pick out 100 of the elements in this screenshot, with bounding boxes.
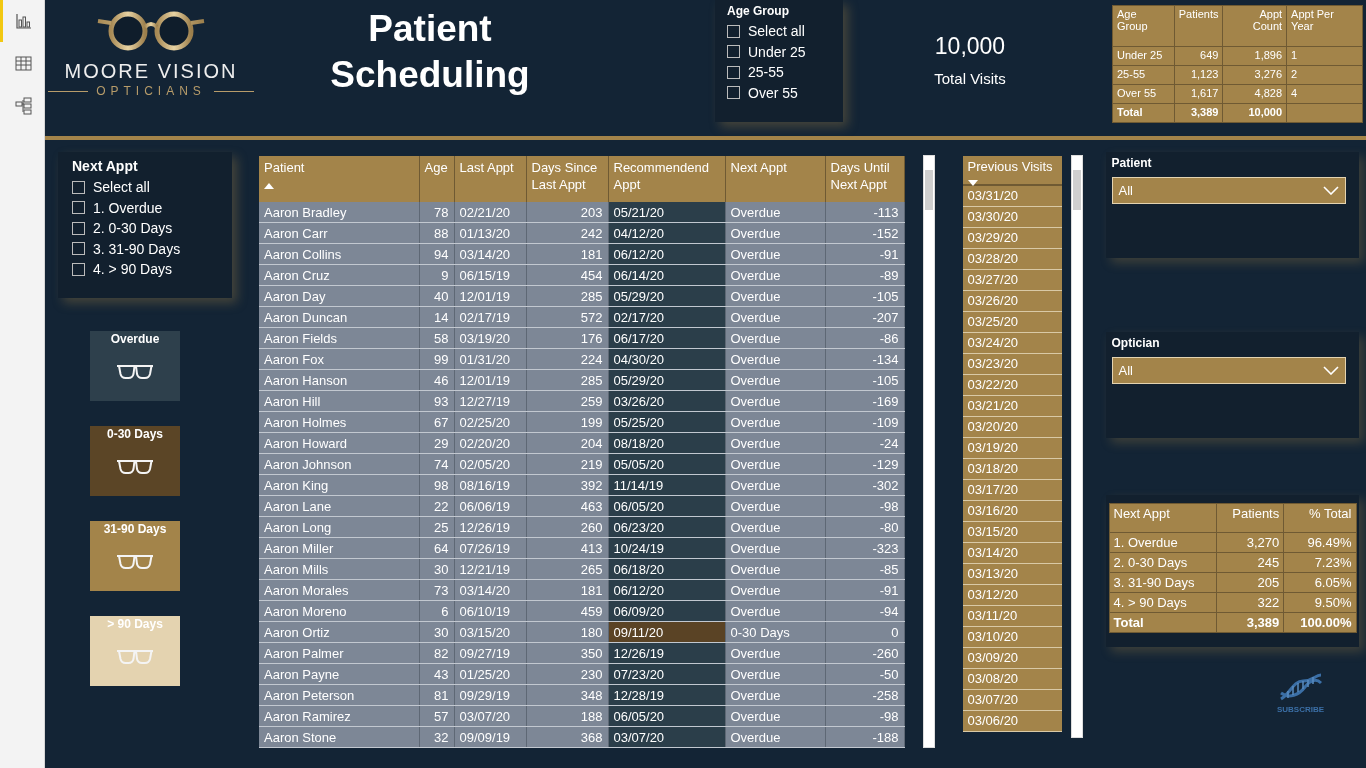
checkbox[interactable] <box>72 242 85 256</box>
tile-label: > 90 Days <box>107 617 163 631</box>
table-cell: Aaron Hill <box>259 390 419 412</box>
table-cell: Aaron Miller <box>259 537 419 559</box>
column-header: Age Group <box>1112 5 1175 47</box>
checkbox[interactable] <box>727 65 740 79</box>
table-cell: 100.00% <box>1283 612 1356 633</box>
table-cell: 3,389 <box>1216 612 1284 633</box>
card-label: Total Visits <box>933 70 1007 87</box>
table-cell: Aaron Bradley <box>259 202 419 223</box>
table-cell: Aaron Lane <box>259 495 419 517</box>
table-cell: Aaron Howard <box>259 432 419 454</box>
table-cell: Aaron Moreno <box>259 600 419 622</box>
table-cell: 03/29/20 <box>962 228 1062 249</box>
table-cell: Aaron Stone <box>259 726 419 748</box>
column-header[interactable]: Days Since Last Appt <box>526 156 608 202</box>
table-cell: 3,276 <box>1222 65 1287 85</box>
table-cell: 2. 0-30 Days <box>1109 552 1217 573</box>
table-cell: Aaron Mills <box>259 558 419 580</box>
slicer-title: Age Group <box>727 4 790 18</box>
table-cell: 1 <box>1286 46 1363 66</box>
table-cell: 03/26/20 <box>962 291 1062 312</box>
table-cell: 1. Overdue <box>1109 532 1217 553</box>
report-title: Patient Scheduling <box>329 7 531 97</box>
slicer-option[interactable]: Select all <box>727 21 831 42</box>
checkbox[interactable] <box>727 24 740 38</box>
column-header: Patients <box>1216 503 1284 533</box>
glasses-icon <box>115 458 155 475</box>
chevron-down-icon <box>1322 366 1339 375</box>
slicer-option[interactable]: 1. Overdue <box>72 197 218 218</box>
table-cell: Under 25 <box>1112 46 1175 66</box>
table-cell: Overdue <box>725 202 825 223</box>
slicer-option[interactable]: Over 55 <box>727 82 831 103</box>
table-cell: Aaron Johnson <box>259 453 419 475</box>
glasses-icon <box>115 648 155 665</box>
table-cell: 03/22/20 <box>962 375 1062 396</box>
table-cell: Aaron Hanson <box>259 369 419 391</box>
table-cell: 03/25/20 <box>962 312 1062 333</box>
table-cell: Aaron Fox <box>259 348 419 370</box>
column-header[interactable]: Age <box>419 156 454 202</box>
scrollbar[interactable] <box>1070 155 1083 738</box>
table-cell: 03/08/20 <box>962 669 1062 690</box>
glasses-icon <box>115 363 155 380</box>
column-header[interactable]: Days Until Next Appt <box>825 156 904 202</box>
slicer-option[interactable]: 2. 0-30 Days <box>72 218 218 239</box>
column-header[interactable]: Last Appt <box>454 156 526 202</box>
table-cell: 1,617 <box>1174 84 1223 104</box>
table-cell: 03/17/20 <box>962 480 1062 501</box>
logo-tagline: OPTICIANS <box>96 84 206 98</box>
scrollbar[interactable] <box>922 155 935 748</box>
column-header[interactable]: Next Appt <box>725 156 825 202</box>
table-cell: Aaron Fields <box>259 327 419 349</box>
table-cell: Aaron Payne <box>259 663 419 685</box>
table-cell: 10,000 <box>1222 103 1287 123</box>
table-cell: 245 <box>1216 552 1284 573</box>
slicer-option[interactable]: 25-55 <box>727 62 831 83</box>
table-cell: 03/28/20 <box>962 249 1062 270</box>
slicer-option[interactable]: Under 25 <box>727 41 831 62</box>
slicer-option[interactable]: 4. > 90 Days <box>72 259 218 280</box>
dropdown[interactable]: All <box>1111 357 1346 384</box>
table-cell: Total <box>1112 103 1175 123</box>
card-value: 10,000 <box>933 33 1007 60</box>
column-header[interactable]: Previous Visits <box>962 156 1062 186</box>
table-cell: 03/20/20 <box>962 417 1062 438</box>
slicer-option[interactable]: 3. 31-90 Days <box>72 238 218 259</box>
checkbox[interactable] <box>72 262 85 276</box>
table-cell: 03/31/20 <box>962 186 1062 207</box>
slicer-title: Patient <box>1111 156 1153 170</box>
column-header: Appt Per Year <box>1286 5 1363 47</box>
table-cell: 03/07/20 <box>962 690 1062 711</box>
table-cell: Aaron Peterson <box>259 684 419 706</box>
table-cell: 25-55 <box>1112 65 1175 85</box>
table-cell: Aaron Palmer <box>259 642 419 664</box>
glasses-logo-icon <box>96 9 206 51</box>
column-header[interactable]: Recommendend Appt <box>608 156 725 202</box>
table-cell: 7.23% <box>1283 552 1356 573</box>
table-cell: 03/12/20 <box>962 585 1062 606</box>
table-cell: 9.50% <box>1283 592 1356 613</box>
table-cell: 03/21/20 <box>962 396 1062 417</box>
subscribe-link[interactable]: SUBSCRIBE <box>1276 705 1325 714</box>
slicer-option[interactable]: Select all <box>72 177 218 198</box>
table-cell: 03/06/20 <box>962 711 1062 732</box>
column-header: Appt Count <box>1222 5 1287 47</box>
checkbox[interactable] <box>727 86 740 100</box>
checkbox[interactable] <box>72 221 85 235</box>
checkbox[interactable] <box>72 201 85 215</box>
table-cell: 03/24/20 <box>962 333 1062 354</box>
table-cell: Aaron Ortiz <box>259 621 419 643</box>
dropdown[interactable]: All <box>1111 177 1346 204</box>
table-cell: 78 <box>419 202 454 223</box>
table-cell: 322 <box>1216 592 1284 613</box>
table-cell: 03/13/20 <box>962 564 1062 585</box>
table-cell: Aaron Morales <box>259 579 419 601</box>
checkbox[interactable] <box>72 180 85 194</box>
table-cell: 03/30/20 <box>962 207 1062 228</box>
checkbox[interactable] <box>727 45 740 59</box>
table-cell: 4. > 90 Days <box>1109 592 1217 613</box>
column-header[interactable]: Patient <box>259 156 419 202</box>
table-cell: 03/19/20 <box>962 438 1062 459</box>
table-cell: 2 <box>1286 65 1363 85</box>
